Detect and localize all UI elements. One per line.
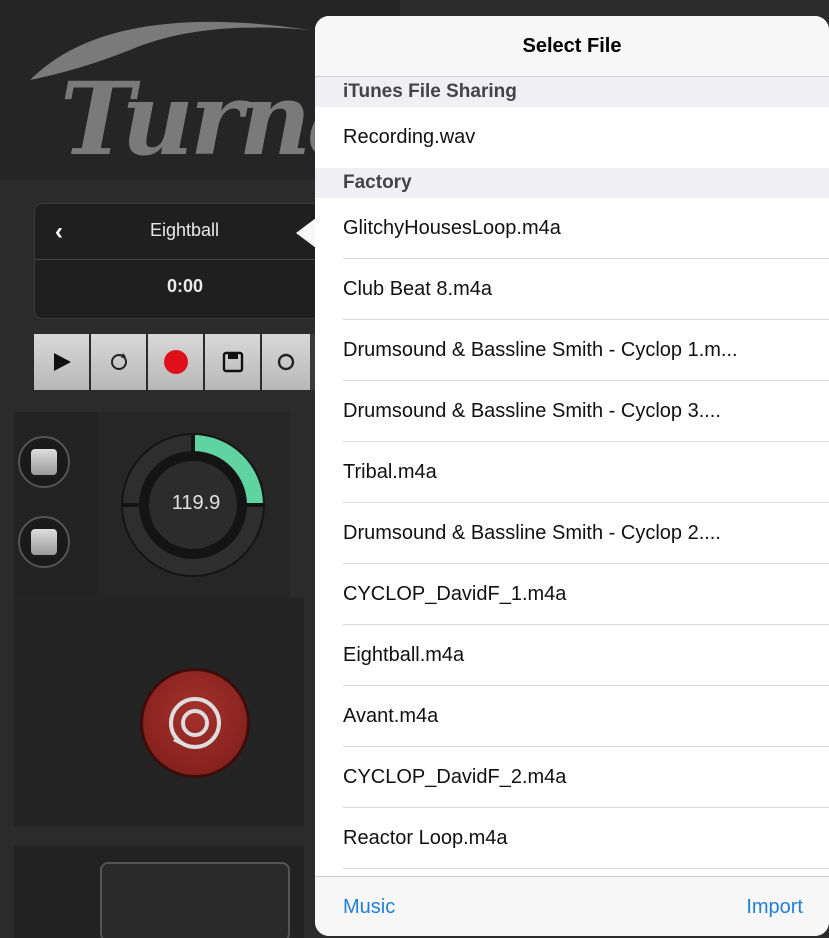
transport-bar	[34, 334, 324, 390]
music-button[interactable]: Music	[343, 896, 395, 919]
back-chevron-icon[interactable]: ‹	[55, 218, 63, 246]
song-panel: ‹ Eightball 0:00	[34, 203, 334, 319]
tempo-area: 119.9	[98, 412, 290, 598]
save-button[interactable]	[205, 334, 262, 390]
file-row[interactable]: Drumsound & Bassline Smith - Cyclop 1.m.…	[315, 320, 829, 381]
loop-button[interactable]	[91, 334, 148, 390]
small-toggle-bottom[interactable]	[18, 516, 70, 568]
song-selector[interactable]: ‹ Eightball	[35, 204, 333, 260]
section-header-factory: Factory	[315, 168, 829, 198]
file-row[interactable]: Recording.wav	[315, 107, 829, 168]
import-button[interactable]: Import	[746, 896, 803, 919]
small-toggle-top[interactable]	[18, 436, 70, 488]
popover-title: Select File	[522, 34, 622, 57]
gear-icon	[277, 353, 295, 371]
record-dot-icon	[163, 350, 188, 374]
pad-grid-icon[interactable]	[100, 862, 290, 938]
file-row[interactable]: Avant.m4a	[315, 686, 829, 747]
loop-icon	[110, 353, 127, 370]
select-file-popover: Select File iTunes File Sharing Recordin…	[315, 16, 829, 936]
section-header-itunes: iTunes File Sharing	[315, 77, 829, 107]
settings-button[interactable]	[262, 334, 310, 390]
bottom-panel	[14, 846, 304, 938]
file-row[interactable]: Club Beat 8.m4a	[315, 259, 829, 320]
play-button[interactable]	[34, 334, 91, 390]
popover-arrow	[296, 218, 316, 248]
file-row[interactable]: GlitchyHousesLoop.m4a	[315, 198, 829, 259]
file-row[interactable]: CYCLOP_DavidF_2.m4a	[315, 747, 829, 808]
file-row[interactable]: Tribal.m4a	[315, 442, 829, 503]
song-time: 0:00	[167, 276, 204, 296]
popover-header: Select File	[315, 16, 829, 77]
file-row[interactable]: CYCLOP_DavidF_1.m4a	[315, 564, 829, 625]
file-row[interactable]: Eightball.m4a	[315, 625, 829, 686]
record-button[interactable]	[148, 334, 205, 390]
left-controls	[14, 412, 98, 598]
file-row[interactable]: Drumsound & Bassline Smith - Cyclop 3...…	[315, 381, 829, 442]
record-area	[14, 598, 304, 826]
song-name: Eightball	[150, 220, 220, 240]
play-icon	[53, 353, 71, 371]
record-target-icon	[169, 697, 221, 749]
big-record-button[interactable]	[140, 668, 250, 778]
file-row[interactable]: Reactor Loop.m4a	[315, 808, 829, 869]
floppy-disk-icon	[222, 351, 243, 373]
popover-footer: Music Import	[315, 876, 829, 936]
tempo-value: 119.9	[171, 492, 221, 514]
file-row[interactable]: Drumsound & Bassline Smith - Cyclop 2...…	[315, 503, 829, 564]
